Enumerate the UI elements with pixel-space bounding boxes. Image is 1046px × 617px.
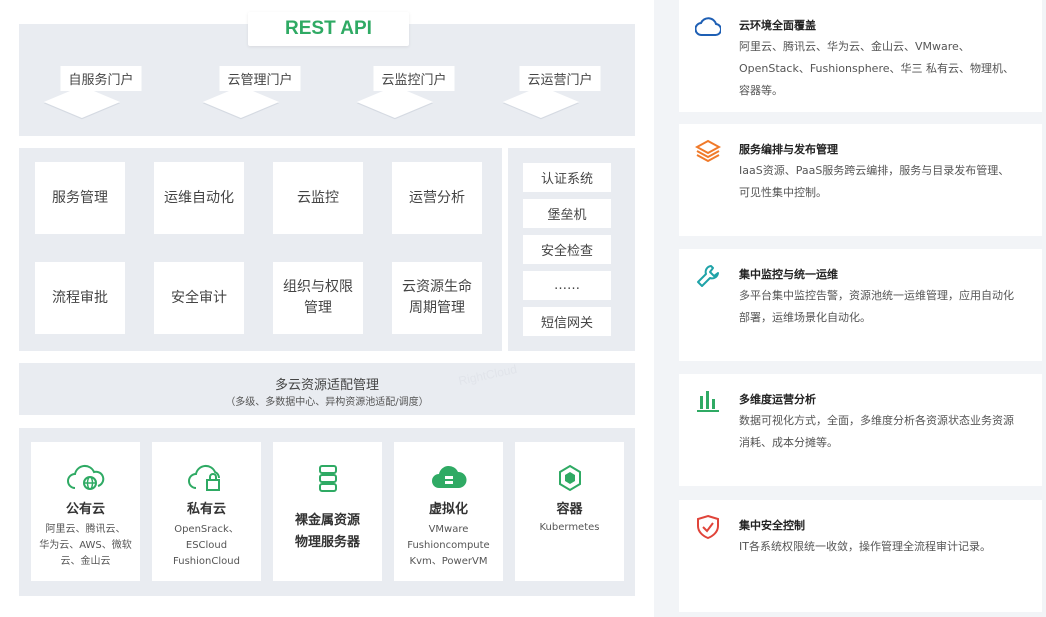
feature-title: 多维度运营分析: [739, 393, 816, 406]
feature-desc: 阿里云、腾讯云、华为云、金山云、VMware、OpenStack、Fushion…: [739, 40, 1014, 97]
module-operations-analysis: 运营分析: [392, 162, 482, 234]
rest-api-label: REST API: [248, 12, 409, 46]
resource-title: 私有云: [186, 502, 226, 517]
feature-orchestration: 服务编排与发布管理 IaaS资源、PaaS服务跨云编排，服务与目录发布管理、可见…: [679, 124, 1042, 236]
feature-title: 服务编排与发布管理: [739, 143, 838, 156]
feature-title: 云环境全面覆盖: [739, 19, 816, 32]
feature-title: 集中监控与统一运维: [739, 268, 838, 281]
feature-cloud-coverage: 云环境全面覆盖 阿里云、腾讯云、华为云、金山云、VMware、OpenStack…: [679, 0, 1042, 112]
side-security-check: 安全检查: [523, 235, 611, 264]
bar-chart-icon: [695, 388, 721, 414]
module-org-permissions: 组织与权限 管理: [273, 262, 363, 334]
resource-desc: Kubermetes: [539, 522, 600, 533]
feature-monitoring-ops: 集中监控与统一运维 多平台集中监控告警，资源池统一运维管理，应用自动化部署，运维…: [679, 249, 1042, 361]
architecture-diagram: REST API 自服务门户 云管理门户 云监控门户 云运营门户 服务管理 运维…: [0, 0, 654, 617]
portal-cloud-operations: 云运营门户: [502, 66, 608, 126]
feature-title: 集中安全控制: [739, 519, 805, 532]
adapter-title: 多云资源适配管理: [274, 378, 379, 393]
cloud-icon: [694, 14, 722, 40]
module-ops-automation: 运维自动化: [154, 162, 244, 234]
resource-private-cloud: 私有云 OpenSrack、ESCloud FushionCloud: [152, 442, 261, 581]
module-security-audit: 安全审计: [154, 262, 244, 334]
resource-virtualization: 虚拟化 VMware Fushioncompute Kvm、PowerVM: [394, 442, 503, 581]
side-sms-gateway: 短信网关: [523, 307, 611, 336]
cloud-lock-icon: [152, 464, 261, 492]
resource-container: 容器 Kubermetes: [515, 442, 624, 581]
feature-desc: IT各系统权限统一收敛，操作管理全流程审计记录。: [739, 540, 991, 553]
cloud-server-icon: [394, 464, 503, 492]
resource-title: 裸金属资源 物理服务器: [294, 513, 360, 550]
resource-title: 虚拟化: [428, 502, 468, 517]
resource-bare-metal: 裸金属资源 物理服务器: [273, 442, 382, 581]
feature-operations-analysis: 多维度运营分析 数据可视化方式，全面，多维度分析各资源状态业务资源消耗、成本分摊…: [679, 374, 1042, 486]
portal-cloud-monitoring: 云监控门户: [356, 66, 462, 126]
portal-self-service: 自服务门户: [43, 66, 149, 126]
resource-title: 容器: [556, 502, 583, 517]
cloud-globe-icon: [31, 464, 140, 492]
wrench-icon: [695, 263, 721, 289]
layers-icon: [694, 138, 722, 164]
feature-desc: 多平台集中监控告警，资源池统一运维管理，应用自动化部署，运维场景化自动化。: [739, 289, 1014, 324]
portal-label: 自服务门户: [60, 66, 142, 91]
resource-desc: VMware Fushioncompute Kvm、PowerVM: [407, 524, 490, 567]
side-ellipsis: ……: [523, 271, 611, 300]
module-service-management: 服务管理: [35, 162, 125, 234]
adapter-subtitle: （多级、多数据中心、异构资源池适配/调度）: [225, 397, 429, 408]
portal-label: 云监控门户: [373, 66, 455, 91]
feature-security-control: 集中安全控制 IT各系统权限统一收敛，操作管理全流程审计记录。: [679, 500, 1042, 612]
portal-label: 云管理门户: [219, 66, 301, 91]
server-icon: [273, 464, 382, 492]
resource-desc: OpenSrack、ESCloud FushionCloud: [173, 524, 240, 567]
module-workflow-approval: 流程审批: [35, 262, 125, 334]
resource-desc: 阿里云、腾讯云、 华为云、AWS、微软 云、金山云: [39, 524, 132, 567]
module-resource-lifecycle: 云资源生命 周期管理: [392, 262, 482, 334]
resource-public-cloud: 公有云 阿里云、腾讯云、 华为云、AWS、微软 云、金山云: [31, 442, 140, 581]
resource-title: 公有云: [65, 502, 105, 517]
container-icon: [515, 464, 624, 492]
shield-check-icon: [695, 514, 721, 540]
feature-desc: IaaS资源、PaaS服务跨云编排，服务与目录发布管理、可见性集中控制。: [739, 164, 1010, 199]
module-cloud-monitoring: 云监控: [273, 162, 363, 234]
portal-cloud-management: 云管理门户: [202, 66, 308, 126]
feature-desc: 数据可视化方式，全面，多维度分析各资源状态业务资源消耗、成本分摊等。: [739, 414, 1014, 449]
portal-label: 云运营门户: [519, 66, 601, 91]
side-bastion-host: 堡垒机: [523, 199, 611, 228]
side-auth-system: 认证系统: [523, 163, 611, 192]
